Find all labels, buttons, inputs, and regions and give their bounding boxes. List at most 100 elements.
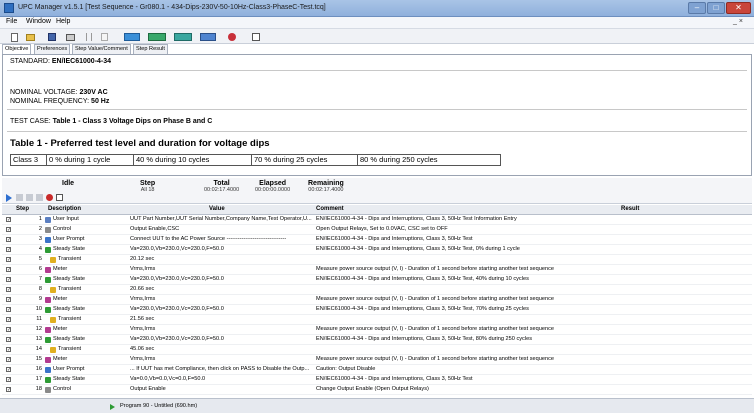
step-number: 2 xyxy=(38,226,42,232)
step-comment: Open Output Relays, Set to 0.0VAC, CSC s… xyxy=(316,226,448,232)
mdi-controls[interactable]: _ × xyxy=(733,18,743,25)
transient-icon xyxy=(50,287,56,293)
step-enabled-checkbox[interactable]: ✓ xyxy=(6,257,11,263)
save-button[interactable] xyxy=(46,31,58,42)
table-row[interactable]: ✓ 1 User Input UUT Part Number,UUT Serial N… xyxy=(2,215,752,225)
cut-icon xyxy=(86,33,92,41)
step-number: 3 xyxy=(38,236,42,242)
step-enabled-checkbox[interactable]: ✓ xyxy=(6,377,11,383)
new-button[interactable] xyxy=(8,31,20,42)
step-description: User Prompt xyxy=(53,366,85,372)
step-value: Vrms,Irms xyxy=(130,326,156,332)
step-value: 20.12 sec xyxy=(130,256,155,262)
minimize-button[interactable]: – xyxy=(688,2,706,14)
cut-button[interactable] xyxy=(83,31,95,42)
tab-objective[interactable]: Objective xyxy=(2,44,32,54)
table-row[interactable]: ✓ 13 Steady State Va=230.0,Vb=230.0,Vc=230.… xyxy=(2,335,752,345)
step-enabled-checkbox[interactable]: ✓ xyxy=(6,387,11,393)
step-enabled-checkbox[interactable]: ✓ xyxy=(6,367,11,373)
tab-preferences[interactable]: Preferences xyxy=(34,44,71,54)
table-row[interactable]: ✓ 16 User Prompt ... If UUT has met Complia… xyxy=(2,365,752,375)
objective-panel: STANDARD: EN/IEC61000-4-34 NOMINAL VOLTA… xyxy=(2,54,752,176)
step-enabled-checkbox[interactable]: ✓ xyxy=(6,247,11,253)
col-comment[interactable]: Comment xyxy=(316,206,344,212)
table-row[interactable]: ✓ 6 Meter Vrms,Irms Measure power source out… xyxy=(2,265,752,275)
table-row[interactable]: ✓ 8 Transient 20.66 sec xyxy=(2,285,752,295)
table-cell: 40 % during 10 cycles xyxy=(134,155,252,165)
run-button[interactable] xyxy=(122,31,142,42)
maximize-button[interactable]: □ xyxy=(707,2,725,14)
step-value: Vrms,Irms xyxy=(130,356,156,362)
menu-window[interactable]: Window xyxy=(26,18,51,25)
step-enabled-checkbox[interactable]: ✓ xyxy=(6,327,11,333)
table-row[interactable]: ✓ 18 Control Output Enable Change Output Ena… xyxy=(2,385,752,395)
table-row[interactable]: ✓ 14 Transient 45.06 sec xyxy=(2,345,752,355)
step-description: Meter xyxy=(53,356,68,362)
step-comment: EN/IEC61000-4-34 - Dips and Interruption… xyxy=(316,236,473,242)
step-status: Step All 18 xyxy=(140,180,155,193)
table-row[interactable]: ✓ 9 Meter Vrms,Irms Measure power source out… xyxy=(2,295,752,305)
help-button[interactable] xyxy=(250,31,262,42)
step-enabled-checkbox[interactable]: ✓ xyxy=(6,267,11,273)
step-enabled-checkbox[interactable]: ✓ xyxy=(6,317,11,323)
step-button[interactable] xyxy=(146,31,168,42)
tab-step-result[interactable]: Step Result xyxy=(133,44,168,54)
table-row[interactable]: ✓ 3 User Prompt Connect UUT to the AC Power… xyxy=(2,235,752,245)
table-title: Table 1 - Preferred test level and durat… xyxy=(10,138,270,149)
table-row[interactable]: ✓ 15 Meter Vrms,Irms Measure power source ou… xyxy=(2,355,752,365)
skip-control-icon[interactable] xyxy=(36,194,43,201)
run-status-panel: Idle Step All 18 Total 00:02:17.4000 Ela… xyxy=(2,178,752,204)
config-button[interactable] xyxy=(172,31,194,42)
step-list: ✓ 1 User Input UUT Part Number,UUT Serial N… xyxy=(2,215,752,396)
table-row[interactable]: ✓ 4 Steady State Va=230.0,Vb=230.0,Vc=230.0… xyxy=(2,245,752,255)
toolbar xyxy=(0,29,754,44)
col-step[interactable]: Step xyxy=(16,206,29,212)
open-button[interactable] xyxy=(24,31,36,42)
menu-help[interactable]: Help xyxy=(56,18,70,25)
abort-button[interactable] xyxy=(226,31,238,42)
step-enabled-checkbox[interactable]: ✓ xyxy=(6,287,11,293)
divider xyxy=(7,131,747,132)
table-row[interactable]: ✓ 17 Steady State Va=0.0,Vb=0.0,Vc=0.0,F=50… xyxy=(2,375,752,385)
table-row[interactable]: ✓ 10 Steady State Va=230.0,Vb=230.0,Vc=230.… xyxy=(2,305,752,315)
table-row[interactable]: ✓ 12 Meter Vrms,Irms Measure power source ou… xyxy=(2,325,752,335)
step-value: ... If UUT has met Compliance, then clic… xyxy=(130,366,310,372)
col-result[interactable]: Result xyxy=(621,206,639,212)
col-description[interactable]: Description xyxy=(48,206,81,212)
close-button[interactable]: ✕ xyxy=(726,2,751,14)
copy-button[interactable] xyxy=(98,31,110,42)
edit-control-icon[interactable] xyxy=(56,194,63,201)
print-button[interactable] xyxy=(64,31,76,42)
step-enabled-checkbox[interactable]: ✓ xyxy=(6,357,11,363)
pause-control-icon[interactable] xyxy=(16,194,23,201)
menu-file[interactable]: File xyxy=(6,18,17,25)
col-value[interactable]: Value xyxy=(209,206,225,212)
idle-status: Idle xyxy=(62,180,74,187)
report-button[interactable] xyxy=(198,31,218,42)
run-control-icon[interactable] xyxy=(6,194,12,202)
step-enabled-checkbox[interactable]: ✓ xyxy=(6,227,11,233)
step-enabled-checkbox[interactable]: ✓ xyxy=(6,347,11,353)
control-icon xyxy=(45,387,51,393)
table-row[interactable]: ✓ 2 Control Output Enable,CSC Open Output Re… xyxy=(2,225,752,235)
table-row[interactable]: ✓ 5 Transient 20.12 sec xyxy=(2,255,752,265)
step-description: Steady State xyxy=(53,376,86,382)
step-enabled-checkbox[interactable]: ✓ xyxy=(6,307,11,313)
table-row[interactable]: ✓ 11 Transient 21.56 sec xyxy=(2,315,752,325)
report-icon xyxy=(200,33,216,41)
table-row[interactable]: ✓ 7 Steady State Va=230.0,Vb=230.0,Vc=230.0… xyxy=(2,275,752,285)
run-icon xyxy=(124,33,140,41)
step-comment: EN/IEC61000-4-34 - Dips and Interruption… xyxy=(316,336,532,342)
step-enabled-checkbox[interactable]: ✓ xyxy=(6,217,11,223)
print-icon xyxy=(65,34,75,41)
step-value: Vrms,Irms xyxy=(130,266,156,272)
step-control-icon[interactable] xyxy=(26,194,33,201)
step-enabled-checkbox[interactable]: ✓ xyxy=(6,277,11,283)
tab-step-value-comment[interactable]: Step Value/Comment xyxy=(72,44,131,54)
step-description: Steady State xyxy=(53,276,86,282)
stop-control-icon[interactable] xyxy=(46,194,53,201)
step-enabled-checkbox[interactable]: ✓ xyxy=(6,337,11,343)
step-enabled-checkbox[interactable]: ✓ xyxy=(6,297,11,303)
meter-icon xyxy=(45,297,51,303)
step-enabled-checkbox[interactable]: ✓ xyxy=(6,237,11,243)
